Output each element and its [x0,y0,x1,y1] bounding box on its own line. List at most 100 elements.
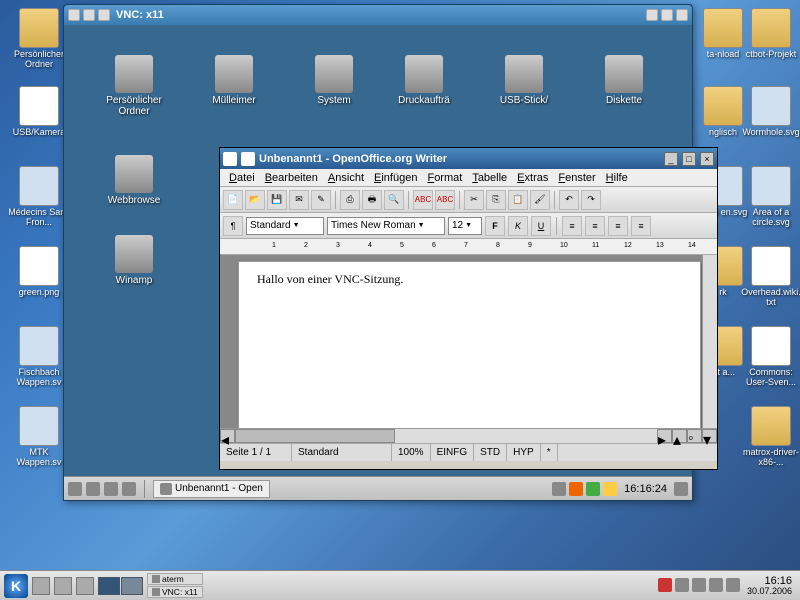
open-button[interactable]: 📂 [245,190,265,210]
desktop-icon[interactable]: Area of a circle.svg [740,166,800,228]
menu-format[interactable]: Format [422,172,467,184]
vnc-titlebar[interactable]: VNC: x11 [64,5,692,25]
font-size-combo[interactable]: 12▼ [448,217,482,235]
new-button[interactable]: 📄 [223,190,243,210]
menu-bearbeiten[interactable]: Bearbeiten [260,172,323,184]
vnc-task-button[interactable]: Unbenannt1 - Open [153,480,270,498]
preview-button[interactable]: 🔍 [384,190,404,210]
spellcheck-button[interactable]: ABC [413,190,433,210]
vnc-tray-clipboard-icon[interactable] [552,482,566,496]
align-justify-button[interactable]: ≡ [631,216,651,236]
oo-page[interactable]: Hallo von einer VNC-Sitzung. [238,261,701,428]
pdf-button[interactable]: ⎙ [340,190,360,210]
autospell-button[interactable]: ABC [435,190,455,210]
vnc-maximize-button[interactable] [661,9,673,21]
document-text[interactable]: Hallo von einer VNC-Sitzung. [257,272,682,287]
desktop-icon[interactable]: Persönlicher Ordner [8,8,70,70]
tray-klipper-icon[interactable] [675,578,689,592]
menu-hilfe[interactable]: Hilfe [601,172,633,184]
paste-button[interactable]: 📋 [508,190,528,210]
paragraph-style-combo[interactable]: Standard▼ [246,217,324,235]
desktop-icon[interactable]: Overhead.wiki.txt [740,246,800,308]
vnc-desktop-icon[interactable]: Druckaufträ [384,55,464,106]
status-std[interactable]: STD [474,444,507,461]
vnc-desktop-icon[interactable]: Winamp [94,235,174,286]
quicklaunch-kate-icon[interactable] [32,577,50,595]
tray-power-icon[interactable] [726,578,740,592]
desktop-icon[interactable]: green.png [8,246,70,298]
tray-keyboard-icon[interactable] [658,578,672,592]
email-button[interactable]: ✉ [289,190,309,210]
desktop-icon[interactable]: Wormhole.svg [740,86,800,138]
desktop-icon[interactable]: matrox-driver-x86-... [740,406,800,468]
desktop-icon[interactable]: Commons: User-Sven... [740,326,800,388]
vnc-remote-desktop[interactable]: Winamp Webbrowse Diskette USB-Stick/Druckau… [64,25,692,476]
print-button[interactable]: 🖶 [362,190,382,210]
menu-tabelle[interactable]: Tabelle [467,172,512,184]
desktop-icon[interactable]: MTK Wappen.sv [8,406,70,468]
edit-button[interactable]: ✎ [311,190,331,210]
redo-button[interactable]: ↷ [581,190,601,210]
desktop-icon[interactable]: ctbot-Projekt [740,8,800,60]
underline-button[interactable]: U [531,216,551,236]
nav-prev-button[interactable]: ▴ [672,429,687,443]
align-left-button[interactable]: ≡ [562,216,582,236]
horizontal-scrollbar[interactable]: ◂ ▸ ▴ ◦ ▾ [220,428,717,443]
nav-next-button[interactable]: ▾ [702,429,717,443]
oo-titlebar[interactable]: Unbenannt1 - OpenOffice.org Writer _ □ × [220,148,717,169]
host-clock[interactable]: 16:16 30.07.2006 [743,575,796,597]
vnc-sticky-button[interactable] [83,9,95,21]
oo-close-button[interactable]: × [700,152,714,166]
taskbar-task[interactable]: aterm [147,573,203,585]
oo-maximize-button[interactable]: □ [682,152,696,166]
oo-minimize-button[interactable]: _ [664,152,678,166]
taskbar-task[interactable]: VNC: x11 [147,586,203,598]
align-center-button[interactable]: ≡ [585,216,605,236]
vnc-desktop-icon[interactable]: System [294,55,374,106]
quicklaunch-firefox-icon[interactable] [76,577,94,595]
nav-select-button[interactable]: ◦ [687,429,702,443]
desktop-icon[interactable]: USB/Kamera [8,86,70,138]
kmenu-button[interactable]: K [4,574,28,598]
bold-button[interactable]: F [485,216,505,236]
vnc-home-icon[interactable] [86,482,100,496]
pager-desktop-1[interactable] [98,577,120,595]
vnc-desktop-icon[interactable]: Diskette [584,55,664,106]
font-name-combo[interactable]: Times New Roman▼ [327,217,445,235]
status-sel[interactable]: * [541,444,558,461]
vnc-desktop-icon[interactable]: Webbrowse [94,155,174,206]
vnc-minimize-button[interactable] [646,9,658,21]
vnc-tray-trash-icon[interactable] [674,482,688,496]
menu-einfügen[interactable]: Einfügen [369,172,422,184]
menu-extras[interactable]: Extras [512,172,553,184]
scroll-left-button[interactable]: ◂ [220,429,235,443]
menu-fenster[interactable]: Fenster [553,172,600,184]
italic-button[interactable]: K [508,216,528,236]
copy-button[interactable]: ⎘ [486,190,506,210]
scroll-thumb[interactable] [235,429,395,443]
desktop-icon[interactable]: Fischbach Wappen.sv [8,326,70,388]
menu-datei[interactable]: Datei [224,172,260,184]
vnc-desktop-icon[interactable]: Mülleimer [194,55,274,106]
pager-desktop-2[interactable] [121,577,143,595]
vnc-close-button[interactable] [676,9,688,21]
vnc-menu-button[interactable] [68,9,80,21]
status-hyp[interactable]: HYP [507,444,541,461]
styles-button[interactable]: ¶ [223,216,243,236]
scroll-right-button[interactable]: ▸ [657,429,672,443]
menu-ansicht[interactable]: Ansicht [323,172,369,184]
tray-volume-icon[interactable] [709,578,723,592]
vnc-shade-button[interactable] [98,9,110,21]
quicklaunch-konsole-icon[interactable] [54,577,72,595]
tray-network-icon[interactable] [692,578,706,592]
status-zoom[interactable]: 100% [392,444,431,461]
desktop-icon[interactable]: Médecins Sans Fron... [8,166,70,228]
align-right-button[interactable]: ≡ [608,216,628,236]
vnc-tray-clock-icon[interactable] [603,482,617,496]
vertical-scrollbar[interactable] [702,255,717,428]
vnc-desktop-icon[interactable]: USB-Stick/ [484,55,564,106]
vnc-help-icon[interactable] [122,482,136,496]
format-paint-button[interactable]: 🖌 [530,190,550,210]
oo-horizontal-ruler[interactable]: 1234567891011121314 [220,239,717,255]
vnc-clock[interactable]: 16:16:24 [620,483,671,495]
